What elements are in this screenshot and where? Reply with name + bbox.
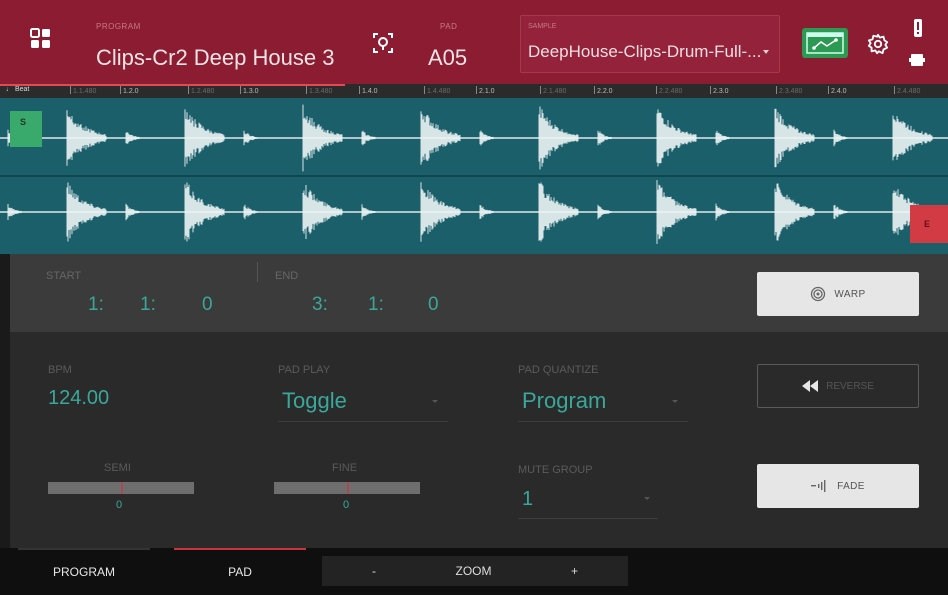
semi-label: SEMI [104,462,131,474]
ruler-tick: 1.2.0 [120,86,139,95]
ruler-tick: 1.4.0 [359,86,378,95]
sample-edit-icon[interactable] [802,28,848,58]
ruler-tick: 2.1.0 [476,86,495,95]
tab-program[interactable]: PROGRAM [18,548,150,595]
pad-label: PAD [440,22,458,31]
end-marker[interactable]: E [910,205,948,243]
sample-label: SAMPLE [528,23,557,30]
waveform-display[interactable] [0,98,948,254]
end-label: END [275,270,299,282]
ruler-tick: 2.2.480 [656,86,682,95]
slider-center [347,482,349,494]
sample-select[interactable]: SAMPLE DeepHouse-Clips-Drum-Full-... [520,15,780,73]
zoom-control: - ZOOM + [322,556,628,586]
ruler-tick: 2.1.480 [540,86,566,95]
battery-icon [908,52,926,68]
ruler-tick: 2.4.0 [828,86,847,95]
rewind-icon [802,380,819,392]
ruler-tick: 2.3.480 [776,86,802,95]
chevron-down-icon [432,400,438,403]
semi-slider[interactable] [48,482,194,494]
chevron-down-icon [672,400,678,403]
end-tick[interactable]: 0 [428,294,439,316]
end-bar[interactable]: 3: [312,294,328,316]
start-tick[interactable]: 0 [202,294,213,316]
bottom-bar: PROGRAM PAD - ZOOM + [0,548,948,595]
pad-quantize-underline [518,421,688,422]
ruler-tick: 1.1.480 [70,86,96,95]
fade-label: FADE [837,480,865,492]
chevron-down-icon [763,50,769,54]
start-beat[interactable]: 1: [140,294,156,316]
start-marker[interactable]: S [10,111,42,147]
program-label: PROGRAM [96,22,141,31]
pad-play-underline [278,421,448,422]
slider-center [121,482,123,494]
mute-group-select[interactable]: 1 [522,488,533,511]
tab-pad[interactable]: PAD [174,548,306,595]
start-bar[interactable]: 1: [88,294,104,316]
pad-play-select[interactable]: Toggle [282,388,347,414]
mute-group-underline [518,518,658,519]
sample-value: DeepHouse-Clips-Drum-Full-... [528,42,762,61]
pad-value[interactable]: A05 [428,45,467,71]
fine-slider[interactable] [274,482,420,494]
chevron-down-icon [644,497,650,500]
bpm-value[interactable]: 124.00 [48,387,109,410]
start-label: START [46,270,82,282]
reverse-label: REVERSE [826,380,874,392]
mute-group-label: MUTE GROUP [518,464,593,476]
ruler-tick: 2.2.0 [594,86,613,95]
zoom-label: ZOOM [455,564,492,578]
pad-quantize-label: PAD QUANTIZE [518,364,599,376]
ruler-tick: 1.2.480 [188,86,214,95]
ruler-tick: 2.4.480 [894,86,920,95]
warning-icon [912,18,924,38]
playback-region-indicator [0,84,345,86]
pad-play-label: PAD PLAY [278,364,331,376]
ruler-tick: 1.4.480 [424,86,450,95]
gear-icon[interactable] [866,32,890,56]
beat-label: ♩ Beat [6,86,30,93]
grid-icon[interactable] [28,26,54,52]
bpm-label: BPM [48,364,72,376]
warp-icon [811,286,826,302]
waveform-graphic [0,104,948,244]
end-beat[interactable]: 1: [368,294,384,316]
warp-button[interactable]: WARP [757,272,919,316]
zoom-in-button[interactable]: + [571,564,578,578]
ruler-tick: 1.3.0 [240,86,259,95]
pad-quantize-select[interactable]: Program [522,388,606,414]
timeline-ruler[interactable]: ♩ Beat 1.1.480 1.2.0 1.2.480 1.3.0 1.3.4… [0,84,948,98]
locate-pad-icon[interactable] [370,30,396,56]
divider [257,262,258,282]
fade-icon [811,480,826,492]
reverse-button[interactable]: REVERSE [757,364,919,408]
ruler-tick: 1.3.480 [306,86,332,95]
header-bar: PROGRAM Clips-Cr2 Deep House 3 PAD A05 S… [0,0,948,84]
fine-label: FINE [332,462,358,474]
fade-button[interactable]: FADE [757,464,919,508]
ruler-tick: 2.3.0 [710,86,729,95]
zoom-out-button[interactable]: - [372,564,376,578]
warp-label: WARP [834,288,866,300]
fine-value: 0 [343,499,350,511]
program-name[interactable]: Clips-Cr2 Deep House 3 [96,45,334,71]
semi-value: 0 [116,499,123,511]
